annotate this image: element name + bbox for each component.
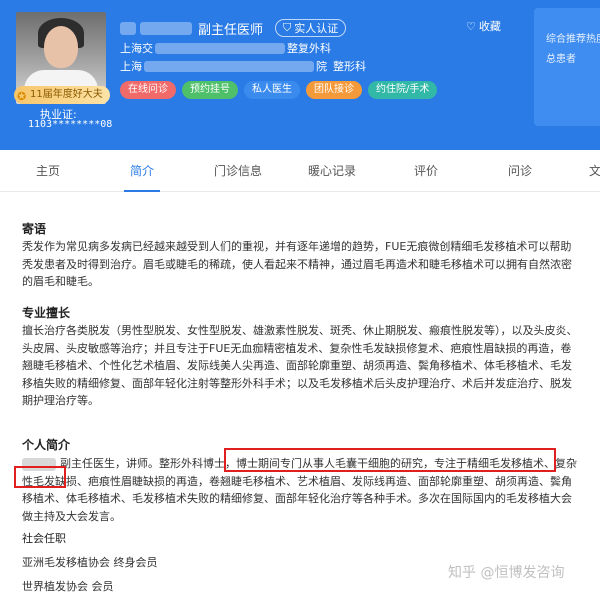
hospital-2-middle: 院 bbox=[316, 60, 327, 73]
hospital-1-dept: 整复外科 bbox=[287, 42, 331, 55]
verified-badge[interactable]: ⛉ 实人认证 bbox=[275, 19, 347, 37]
stats-recommend-label: 综合推荐热度 bbox=[546, 34, 600, 45]
pill-surgery-booking[interactable]: 约住院/手术 bbox=[368, 81, 438, 99]
pill-team-consult[interactable]: 团队接诊 bbox=[306, 81, 362, 99]
tab-intro[interactable]: 简介 bbox=[116, 150, 168, 192]
tab-home[interactable]: 主页 bbox=[22, 150, 74, 192]
expertise-text: 擅长治疗各类脱发（男性型脱发、女性型脱发、雄激素性脱发、斑秃、休止期脱发、瘢痕性… bbox=[22, 324, 578, 407]
collect-button[interactable]: ♡ 收藏 bbox=[466, 18, 501, 34]
name-blur-1 bbox=[120, 21, 136, 35]
watermark-text: 知乎 @恒博发咨询 bbox=[448, 565, 565, 581]
hospital-2-prefix: 上海 bbox=[120, 60, 142, 73]
tab-articles[interactable]: 文 bbox=[580, 150, 600, 192]
social-title: 社会任职 bbox=[22, 532, 66, 545]
award-label: 11届年度好大夫 bbox=[30, 89, 103, 100]
hospital-1-prefix: 上海交 bbox=[120, 42, 153, 55]
collect-label: 收藏 bbox=[478, 20, 501, 33]
tab-reviews[interactable]: 评价 bbox=[400, 150, 452, 192]
medal-icon: ✪ bbox=[17, 90, 27, 103]
pill-online-consult[interactable]: 在线问诊 bbox=[120, 81, 176, 99]
message-text: 秃发作为常见病多发病已经越来越受到人们的重视，并有逐年递增的趋势，FUE无痕微创… bbox=[22, 240, 572, 288]
tab-clinic-info[interactable]: 门诊信息 bbox=[204, 150, 272, 192]
highlight-box-phd-research bbox=[224, 448, 556, 472]
award-badge: ✪ 11届年度好大夫 bbox=[14, 86, 110, 104]
tab-warm-records[interactable]: 暖心记录 bbox=[298, 150, 366, 192]
hospital-line-1[interactable]: 上海交 整复外科 bbox=[120, 40, 331, 56]
profile-header: ✪ 11届年度好大夫 执业证: 1103********08 副主任医师 ⛉ 实… bbox=[0, 0, 600, 150]
service-pills: 在线问诊 预约挂号 私人医生 团队接诊 约住院/手术 bbox=[120, 81, 438, 99]
name-blur-2 bbox=[140, 21, 192, 35]
stats-patients-label: 总患者 bbox=[546, 54, 576, 65]
stats-panel: 综合推荐热度 总患者 bbox=[534, 8, 600, 126]
doctor-title: 副主任医师 bbox=[198, 22, 264, 38]
hospital-2-dept: 整形科 bbox=[333, 60, 366, 73]
expertise-title: 专业擅长 bbox=[22, 306, 71, 320]
heart-icon: ♡ bbox=[466, 19, 476, 33]
pill-appointment[interactable]: 预约挂号 bbox=[182, 81, 238, 99]
highlight-box-hair-transplant bbox=[14, 466, 66, 488]
intro-content: 寄语 秃发作为常见病多发病已经越来越受到人们的重视，并有逐年递增的趋势，FUE无… bbox=[0, 192, 600, 600]
hospital-1-blur bbox=[155, 42, 285, 54]
tab-consult[interactable]: 问诊 bbox=[494, 150, 546, 192]
shield-icon: ⛉ bbox=[283, 21, 292, 34]
pill-private-doctor[interactable]: 私人医生 bbox=[244, 81, 300, 99]
hospital-2-blur bbox=[144, 60, 314, 72]
doctor-profile-page: ✪ 11届年度好大夫 执业证: 1103********08 副主任医师 ⛉ 实… bbox=[0, 0, 600, 600]
message-title: 寄语 bbox=[22, 222, 47, 236]
hospital-line-2[interactable]: 上海 院 整形科 bbox=[120, 58, 366, 74]
verified-label: 实人认证 bbox=[294, 22, 339, 35]
doctor-name-line: 副主任医师 ⛉ 实人认证 bbox=[120, 18, 347, 38]
license-number: 1103********08 bbox=[28, 119, 113, 130]
bio-title: 个人简介 bbox=[22, 438, 71, 452]
profile-tabs: 主页 简介 门诊信息 暖心记录 评价 问诊 文 bbox=[0, 150, 600, 192]
